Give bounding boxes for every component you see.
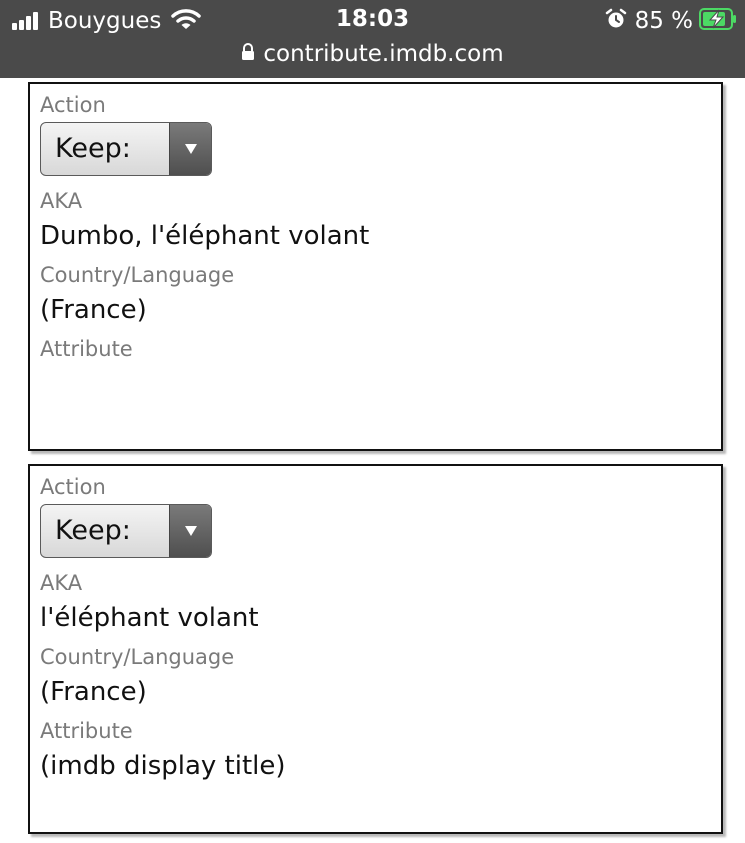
- lock-icon: [241, 43, 255, 65]
- country-language-value: (France): [40, 295, 147, 325]
- country-language-label: Country/Language: [40, 263, 235, 287]
- action-label: Action: [40, 93, 106, 117]
- country-language-label: Country/Language: [40, 645, 235, 669]
- address-bar[interactable]: contribute.imdb.com: [0, 38, 745, 70]
- attribute-label: Attribute: [40, 719, 133, 743]
- action-select-value: Keep:: [55, 133, 131, 164]
- action-select[interactable]: Keep:: [40, 504, 212, 558]
- status-bar: Bouygues 18:03 85 % contribute.imdb.com: [0, 0, 745, 78]
- attribute-value: (imdb display title): [40, 751, 286, 781]
- status-right: 85 %: [605, 6, 737, 36]
- aka-value: l'éléphant volant: [40, 603, 259, 633]
- country-language-value: (France): [40, 677, 147, 707]
- battery-charging-icon: [699, 8, 737, 34]
- aka-label: AKA: [40, 571, 83, 595]
- dropdown-arrow-icon: [169, 505, 211, 557]
- attribute-label: Attribute: [40, 337, 133, 361]
- aka-value: Dumbo, l'éléphant volant: [40, 221, 370, 251]
- action-label: Action: [40, 475, 106, 499]
- action-select-value: Keep:: [55, 515, 131, 546]
- aka-entry-card: Action Keep: AKA Dumbo, l'éléphant volan…: [28, 82, 723, 451]
- battery-percent: 85 %: [634, 8, 693, 34]
- aka-entry-card: Action Keep: AKA l'éléphant volant Count…: [28, 464, 723, 834]
- action-select[interactable]: Keep:: [40, 122, 212, 176]
- aka-label: AKA: [40, 189, 83, 213]
- dropdown-arrow-icon: [169, 123, 211, 175]
- alarm-icon: [605, 8, 627, 34]
- url-text: contribute.imdb.com: [263, 41, 504, 67]
